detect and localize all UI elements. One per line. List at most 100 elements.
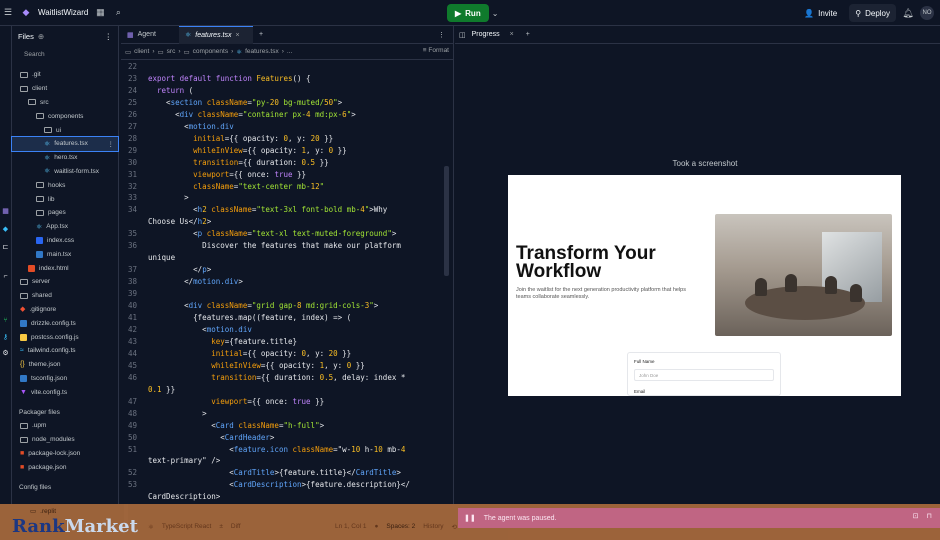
format-button[interactable]: ≡ Format (423, 47, 449, 54)
breadcrumb-client[interactable]: client (134, 48, 149, 55)
tree-item[interactable]: src (12, 96, 118, 110)
more-icon[interactable]: ⋮ (438, 31, 453, 39)
add-tab-icon[interactable]: + (253, 31, 269, 38)
tree-item[interactable]: ≈ tailwind.config.ts (12, 344, 118, 358)
tree-item[interactable]: ▼ vite.config.ts (12, 385, 118, 399)
tree-item[interactable]: components (12, 109, 118, 123)
app-screenshot[interactable]: Transform Your Workflow Join the waitlis… (508, 175, 901, 396)
css-icon (36, 236, 43, 244)
tree-item[interactable]: hooks (12, 178, 118, 192)
tree-item[interactable]: ⚛ hero.tsx (12, 151, 118, 165)
tree-item[interactable]: ⚛ App.tsx (12, 220, 118, 234)
run-button[interactable]: ▶ Run (447, 4, 489, 22)
tree-item-label: client (32, 85, 48, 93)
breadcrumb-more[interactable]: ... (287, 48, 292, 55)
breadcrumb-src[interactable]: src (167, 48, 176, 55)
tab-progress[interactable]: Progress × (472, 31, 514, 38)
tree-item[interactable]: client (12, 82, 118, 96)
language-label[interactable]: TypeScript React (162, 523, 212, 531)
grid-icon[interactable]: ▦ (1, 206, 10, 215)
tree-item[interactable]: ■ package-lock.json (12, 447, 118, 461)
close-icon[interactable]: × (235, 32, 239, 39)
cursor-position[interactable]: Ln 1, Col 1 (335, 523, 366, 531)
tree-item[interactable]: ■ package.json (12, 460, 118, 474)
breadcrumb-file[interactable]: features.tsx (245, 48, 279, 55)
more-icon[interactable]: ⋮ (105, 32, 113, 41)
history-button[interactable]: History (423, 523, 443, 531)
tree-item[interactable]: ⚛ waitlist-form.tsx (12, 165, 118, 179)
tree-item[interactable]: drizzle.config.ts (12, 316, 118, 330)
line-number: 51 (127, 444, 137, 454)
tree-item-label: server (32, 278, 51, 286)
play-icon: ▶ (455, 8, 462, 18)
git-icon[interactable]: ⑂ (1, 316, 10, 325)
tree-item[interactable]: postcss.config.js (12, 330, 118, 344)
folder-icon (20, 436, 28, 443)
tree-item[interactable]: ui (12, 123, 118, 137)
tree-item[interactable]: ◆ .gitignore (12, 303, 118, 317)
lock-icon[interactable]: ⊏ (1, 242, 10, 251)
diff-button[interactable]: Diff (231, 523, 241, 531)
tree-item[interactable]: .git (12, 68, 118, 82)
code-line: 34 <h2 className="text-3xl font-bold mb-… (121, 204, 441, 216)
search-icon[interactable]: ⌕ (112, 7, 124, 19)
tree-item[interactable]: main.tsx (12, 247, 118, 261)
more-icon[interactable]: ⋮ (108, 140, 119, 148)
tree-item[interactable]: tsconfig.json (12, 372, 118, 386)
chevron-down-icon[interactable]: ⌄ (492, 9, 499, 18)
npm-icon: ■ (20, 449, 25, 457)
tab-features[interactable]: ⚛ features.tsx × (179, 25, 253, 44)
tree-item[interactable]: ⚛ features.tsx ⋮ (11, 135, 119, 152)
close-icon[interactable]: × (510, 31, 514, 38)
add-tab-icon[interactable]: + (526, 31, 530, 38)
secrets-icon[interactable]: ⚷ (1, 332, 10, 341)
brand-right: Market (64, 515, 138, 537)
settings-icon[interactable]: ⚙ (1, 348, 10, 357)
panel-toggle-icon[interactable]: ◫ (459, 31, 466, 39)
tree-item[interactable]: .upm (12, 419, 118, 433)
deploy-button[interactable]: ⚲ Deploy (849, 4, 896, 22)
shell-icon[interactable]: ⌐ (1, 272, 10, 281)
new-file-icon[interactable]: ⊕ (38, 32, 44, 41)
tree-item[interactable]: pages (12, 206, 118, 220)
code-line: 25 <section className="py-20 bg-muted/50… (121, 97, 441, 109)
tree-item[interactable]: shared (12, 289, 118, 303)
tree-item-label: pages (48, 209, 66, 217)
sidebar-toggle-icon[interactable]: ☰ (2, 7, 14, 19)
spaces-setting[interactable]: Spaces: 2 (386, 523, 415, 531)
full-name-field[interactable]: John Doe (634, 369, 774, 381)
tree-item[interactable]: index.css (12, 234, 118, 248)
editor-scrollbar[interactable] (444, 166, 449, 276)
line-number: 26 (127, 109, 137, 119)
line-number: 45 (127, 360, 137, 370)
code-text: </p> (148, 265, 212, 275)
tree-item-label: vite.config.ts (30, 388, 68, 396)
database-icon[interactable]: ◆ (1, 224, 10, 233)
breadcrumb-components[interactable]: components (193, 48, 228, 55)
attach-icon[interactable]: ⊓ (927, 512, 932, 520)
tree-item[interactable]: server (12, 275, 118, 289)
app-name[interactable]: WaitlistWizard (38, 8, 88, 17)
tree-item[interactable]: index.html (12, 261, 118, 275)
code-area[interactable]: 22 23 export default function Features() … (121, 61, 441, 503)
invite-button[interactable]: 👤 Invite (798, 4, 843, 22)
code-line: 53 <CardDescription>{feature.description… (121, 479, 441, 491)
search-input[interactable]: Search (12, 46, 118, 62)
avatar[interactable]: NO (920, 6, 934, 20)
status-language: ⚛ TypeScript React ± Diff (148, 523, 241, 531)
hero-subtitle: Join the waitlist for the next generatio… (516, 287, 686, 300)
screenshot-icon[interactable]: ⊡ (913, 512, 919, 520)
tab-agent[interactable]: ▦ Agent (121, 26, 179, 44)
pause-icon: ❚❚ (464, 515, 476, 522)
tree-item[interactable]: lib (12, 192, 118, 206)
tree-item-label: theme.json (28, 361, 61, 369)
tree-item[interactable]: node_modules (12, 433, 118, 447)
line-number: 47 (127, 396, 137, 406)
code-text: className="text-center mb-12" (193, 181, 325, 191)
code-text: text-primary" /> (148, 456, 221, 466)
tree-item[interactable]: {} theme.json (12, 358, 118, 372)
layout-icon[interactable]: ▦ (94, 7, 106, 19)
bell-icon[interactable]: 🔔︎ (902, 7, 914, 19)
line-number: 0 (121, 491, 148, 503)
code-text: viewport={{ once: true }} (211, 396, 325, 406)
